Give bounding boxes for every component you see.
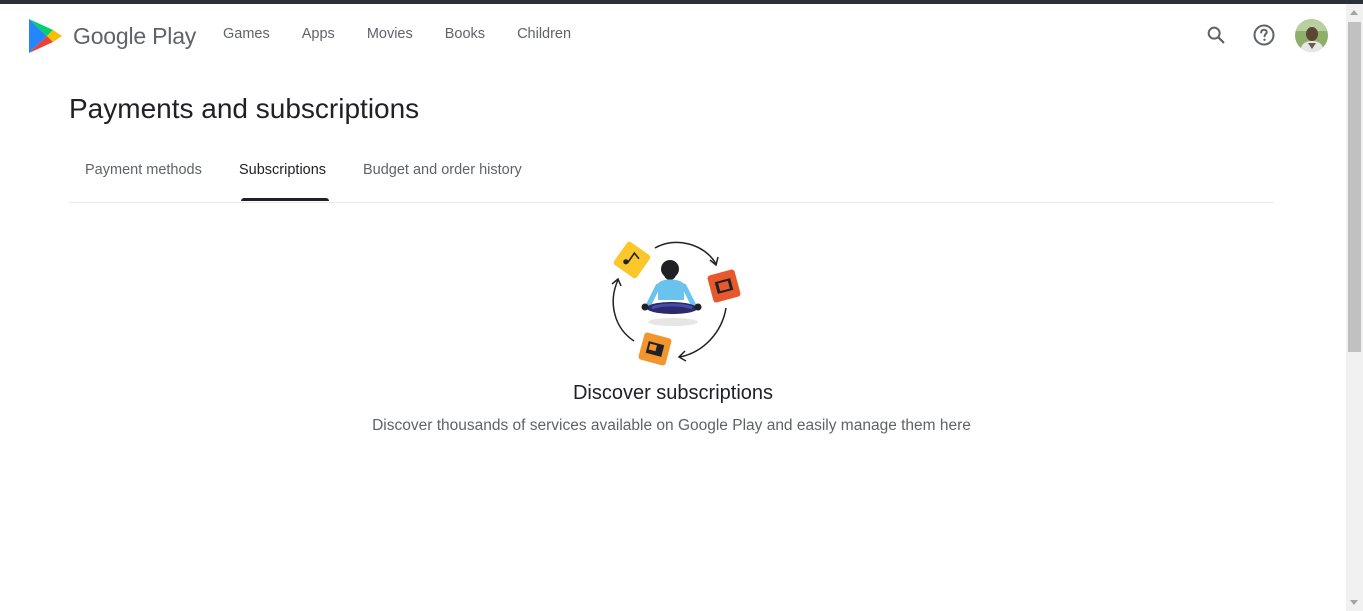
search-button[interactable]	[1200, 19, 1232, 51]
empty-state-title: Discover subscriptions	[572, 382, 774, 404]
meditation-illustration-icon	[611, 241, 741, 366]
scroll-down-arrow-icon[interactable]	[1350, 600, 1358, 605]
top-header: Google Play Games Apps Movies Books Chil…	[0, 4, 1346, 68]
help-icon	[1253, 24, 1275, 46]
tab-budget-and-order-history[interactable]: Budget and order history	[363, 162, 522, 178]
nav-item-apps[interactable]: Apps	[302, 26, 335, 42]
tab-subscriptions[interactable]: Subscriptions	[239, 162, 326, 178]
tab-payment-methods[interactable]: Payment methods	[85, 162, 202, 178]
help-button[interactable]	[1248, 19, 1280, 51]
main-nav: Games Apps Movies Books Children	[207, 26, 603, 42]
tab-bar: Payment methods Subscriptions Budget and…	[69, 150, 1274, 203]
subscriptions-illustration	[600, 236, 746, 370]
nav-item-movies[interactable]: Movies	[367, 26, 413, 42]
nav-item-games[interactable]: Games	[223, 26, 270, 42]
account-avatar[interactable]	[1295, 19, 1328, 52]
empty-state-description: Discover thousands of services available…	[372, 417, 971, 434]
active-tab-indicator	[241, 198, 329, 201]
google-play-logo[interactable]: Google Play	[27, 17, 196, 55]
play-logo-icon	[29, 19, 62, 53]
nav-item-books[interactable]: Books	[445, 26, 485, 42]
search-icon	[1207, 26, 1225, 44]
avatar-photo-icon	[1295, 19, 1328, 52]
brand-name: Google Play	[73, 22, 197, 49]
nav-item-children[interactable]: Children	[517, 26, 571, 42]
scrollbar-thumb[interactable]	[1348, 22, 1361, 352]
page-title: Payments and subscriptions	[69, 93, 420, 124]
scroll-up-arrow-icon[interactable]	[1350, 10, 1358, 15]
page-scrollbar[interactable]	[1346, 4, 1363, 611]
